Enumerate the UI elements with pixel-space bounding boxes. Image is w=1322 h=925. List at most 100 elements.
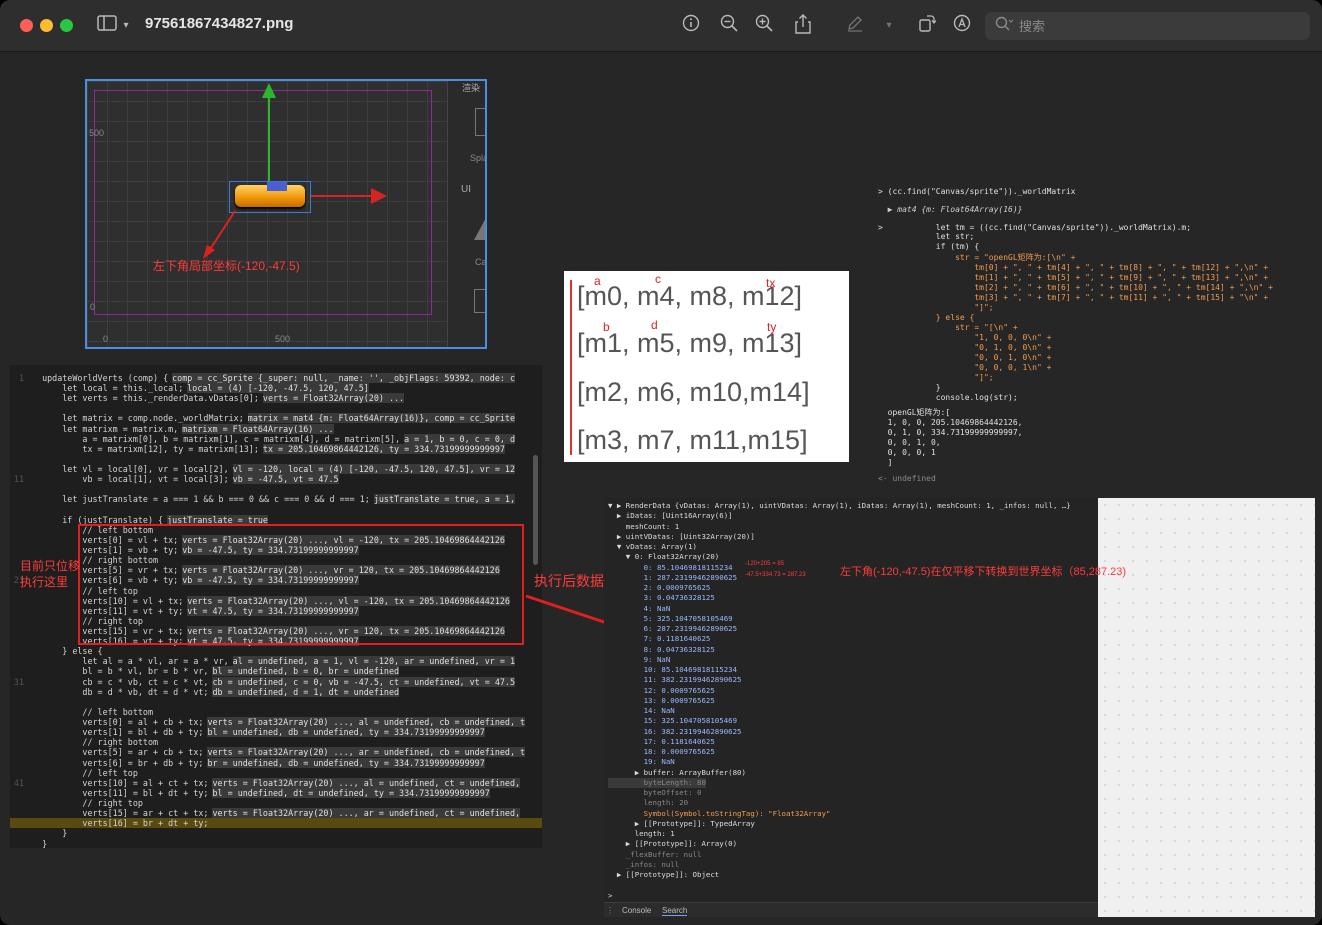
debug-inline-value: a = 1, b = 0, c = 0, d: [404, 433, 516, 444]
window-title: 97561867434827.png: [145, 15, 294, 32]
search-field[interactable]: [985, 12, 1310, 40]
code-line: verts[5] = ar + cb + tx; verts = Float32A…: [10, 747, 542, 758]
devtools-line[interactable]: Symbol(Symbol.toStringTag): "Float32Arra…: [608, 809, 831, 819]
devtools-line: 4: NaN: [608, 603, 671, 613]
devtools-line[interactable]: meshCount: 1: [608, 522, 679, 532]
axis-label-500-y: 500: [89, 128, 105, 138]
devtools-line: 7: 0.1181640625: [608, 634, 711, 644]
console-line: "0, 0, 0, 1\n" +: [878, 363, 1052, 372]
code-line: // left bottom: [10, 707, 542, 717]
chevron-down-icon[interactable]: ▾: [120, 14, 132, 38]
line-number: 11: [13, 474, 24, 485]
devtools-line[interactable]: ▶ [[Prototype]]: Object: [608, 870, 719, 880]
local-coord-annotation: 左下角局部坐标(-120,-47.5): [153, 259, 300, 273]
devtools-line[interactable]: ▶ iDatas: [Uint16Array(6)]: [608, 511, 733, 521]
sprite-thumbnail-icon[interactable]: [475, 108, 485, 136]
devtools-line[interactable]: length: 1: [608, 829, 675, 839]
console-line: openGL矩阵为:[: [878, 408, 951, 417]
line-number: 41: [13, 777, 24, 788]
axis-label-500-x: 500: [275, 334, 291, 344]
devtools-line: 0: 85.10469818115234: [608, 562, 733, 572]
devtools-line[interactable]: length: 20: [608, 798, 689, 808]
console-line: > (cc.find("Canvas/sprite"))._worldMatri…: [878, 187, 1076, 196]
y-axis-gizmo[interactable]: [268, 95, 270, 183]
line-number: 1: [18, 373, 24, 383]
ui-component-icon[interactable]: [474, 214, 485, 240]
devtools-line: 11: 382.23199462890625: [608, 675, 742, 685]
code-line: let al = a * vl, ar = a * vr, al = undefi…: [10, 656, 542, 667]
code-line: let local = this._local; local = (4) [-12…: [10, 383, 542, 394]
devtools-line: 5: 325.1047058105469: [608, 613, 733, 623]
devtools-line: 15: 325.1047058105469: [608, 716, 738, 726]
code-line: // right top: [10, 798, 542, 808]
devtools-line[interactable]: ▶ uintVDatas: [Uint32Array(20)]: [608, 532, 755, 542]
annotate-icon[interactable]: [951, 14, 973, 38]
devtools-line[interactable]: byteOffset: 0: [608, 788, 702, 798]
rotate-icon[interactable]: [916, 14, 938, 38]
code-text: // left top: [32, 767, 138, 778]
devtools-line: 12: 0.0009765625: [608, 685, 715, 695]
debug-inline-value: verts = Float32Array(20) ..., al = undef…: [212, 777, 521, 788]
debug-inline-value: verts = Float32Array(20) ...: [262, 393, 405, 404]
console-line: tm[2] + ", " + tm[6] + ", " + tm[10] + "…: [878, 283, 1273, 292]
zoom-out-icon[interactable]: [718, 14, 740, 38]
tab-console[interactable]: Console: [622, 906, 651, 915]
code-line: }: [10, 839, 542, 848]
debug-inline-value: db = undefined, d = 1, dt = undefined: [212, 686, 400, 697]
console-line: tm[3] + ", " + tm[7] + ", " + tm[11] + "…: [878, 293, 1269, 302]
world-coord-annotation: 左下角(-120,-47.5)在仅平移下转换到世界坐标（85,287.23): [840, 566, 1127, 578]
devtools-line: 3: 0.04736328125: [608, 593, 715, 603]
preview-window: ▾ 97561867434827.png ▾ 搜索 500 500 0 0 左下…: [0, 0, 1322, 925]
devtools-line[interactable]: ▼ ▶ RenderData {vDatas: Array(1), uintVD…: [608, 501, 1071, 511]
matrix-label-a: a: [594, 274, 601, 288]
code-text: // left bottom: [32, 706, 154, 717]
devtools-line[interactable]: ▼ 0: Float32Array(20): [608, 552, 719, 562]
canvas-thumbnail-icon[interactable]: [474, 289, 485, 313]
devtools-line[interactable]: _infos: null: [608, 860, 679, 870]
drawer-menu-icon[interactable]: ⋮: [606, 906, 614, 915]
devtools-line[interactable]: ▼ vDatas: Array(1): [608, 542, 697, 552]
code-text: let local = this._local;: [32, 383, 184, 394]
devtools-line[interactable]: ▶ buffer: ArrayBuffer(80): [608, 768, 746, 778]
close-window-button[interactable]: [20, 19, 33, 32]
y-axis-arrow-icon[interactable]: [262, 83, 276, 98]
devtools-line: 6: 287.23199462890625: [608, 624, 738, 633]
debug-inline-value: bl = undefined, dt = undefined, ty = 334…: [212, 787, 490, 798]
debug-inline-value: al = undefined, a = 1, vl = -120, ar = u…: [232, 656, 516, 667]
devtools-line[interactable]: ▶ [[Prototype]]: TypedArray: [608, 819, 755, 829]
tab-search[interactable]: Search: [662, 906, 688, 916]
devtools-line[interactable]: byteLength: 80: [608, 777, 706, 788]
code-text: verts[16] = br + dt + ty;: [32, 818, 209, 829]
devtools-line: 14: NaN: [608, 706, 675, 715]
maximize-window-button[interactable]: [60, 19, 73, 32]
scene-editor-screenshot: 500 500 0 0 左下角局部坐标(-120,-47.5) 渲染 Spla …: [85, 79, 487, 349]
sidebar-toggle-icon[interactable]: [96, 14, 118, 38]
code-text: verts[1] = bl + db + ty;: [32, 727, 204, 738]
devtools-line: 18: 0.0009765625: [608, 747, 715, 756]
search-input[interactable]: [1019, 16, 1299, 36]
code-scrollbar[interactable]: [533, 455, 538, 565]
x-axis-arrow-icon[interactable]: [371, 188, 387, 204]
console-line: tm[1] + ", " + tm[5] + ", " + tm[9] + ",…: [878, 273, 1269, 282]
chevron-down-icon[interactable]: ▾: [882, 14, 896, 38]
debug-inline-value: justTranslate = true, a = 1,: [373, 494, 516, 505]
debug-inline-value: bl = undefined, b = 0, br = undefined: [212, 666, 400, 677]
info-icon[interactable]: [680, 14, 702, 38]
share-icon[interactable]: [792, 14, 814, 38]
code-text: a = matrixm[0], b = matrixm[1], c = matr…: [32, 433, 401, 444]
code-line: let verts = this._renderData.vDatas[0]; v…: [10, 393, 542, 404]
minimize-window-button[interactable]: [40, 19, 53, 32]
zoom-in-icon[interactable]: [753, 14, 775, 38]
code-text: verts[11] = bl + dt + ty;: [32, 787, 209, 798]
code-text: verts[15] = ar + ct + tx;: [32, 808, 209, 819]
highlight-rectangle: [78, 524, 524, 645]
devtools-line[interactable]: _flexBuffer: null: [608, 850, 702, 860]
console-line: str = "[\n" +: [878, 323, 1018, 332]
markup-pen-icon[interactable]: [844, 14, 866, 38]
devtools-line: 10: 85.10469818115234: [608, 665, 738, 674]
devtools-line[interactable]: ▶ [[Prototype]]: Array(0): [608, 839, 737, 849]
console-line: ]: [878, 458, 893, 467]
panel-header: 渲染: [462, 83, 481, 93]
